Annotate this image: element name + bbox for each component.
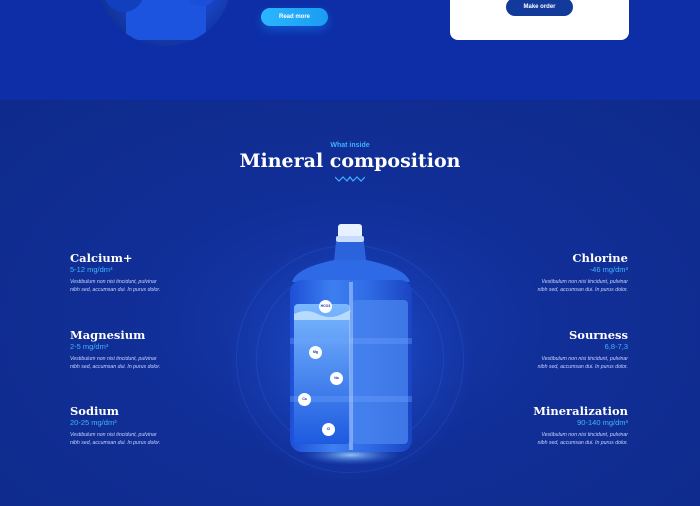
item-name: Sodium — [70, 404, 119, 418]
item-description: Vestibulum non nisi tincidunt, pulvinar … — [70, 431, 180, 447]
read-more-button[interactable]: Read more — [261, 8, 328, 26]
mineral-bubble: Na — [330, 372, 343, 385]
order-card: Make order — [450, 0, 629, 40]
item-description-line: nibh sed, accumsan dui. In purus dolor. — [70, 287, 161, 293]
section-eyebrow: What inside — [330, 142, 370, 149]
item-value: 20-25 mg/dm³ — [70, 418, 117, 427]
mineral-item-calcium: Calcium+ 5-12 mg/dm³ Vestibulum non nisi… — [70, 252, 180, 294]
item-description-line: nibh sed, accumsan dui. In purus dolor. — [537, 440, 628, 446]
mineral-section: What inside Mineral composition Calcium+… — [0, 100, 700, 506]
item-value: 2-5 mg/dm³ — [70, 342, 109, 351]
item-description-line: nibh sed, accumsan dui. In purus dolor. — [70, 440, 161, 446]
mineral-bubble: Mg — [309, 346, 322, 359]
item-description: Vestibulum non nisi tincidunt, pulvinar … — [70, 278, 180, 294]
item-description: Vestibulum non nisi tincidunt, pulvinar … — [518, 355, 628, 371]
item-name: Mineralization — [533, 404, 628, 418]
item-description-line: Vestibulum non nisi tincidunt, pulvinar — [70, 356, 157, 362]
item-value: 90-140 mg/dm³ — [577, 418, 628, 427]
item-name: Sourness — [568, 328, 628, 342]
mineral-bubble: Cl — [322, 423, 335, 436]
mineral-item-sourness: Sourness 6,8-7,3 Vestibulum non nisi tin… — [518, 329, 628, 371]
item-description: Vestibulum non nisi tincidunt, pulvinar … — [518, 431, 628, 447]
item-name: Magnesium — [70, 328, 146, 342]
item-value: 5-12 mg/dm³ — [70, 265, 113, 274]
hero-person-image — [98, 0, 232, 46]
item-description-line: Vestibulum non nisi tincidunt, pulvinar — [70, 279, 157, 285]
item-description-line: nibh sed, accumsan dui. In purus dolor. — [537, 287, 628, 293]
item-description: Vestibulum non nisi tincidunt, pulvinar … — [70, 355, 180, 371]
item-value: -46 mg/dm³ — [589, 265, 628, 274]
section-title: Mineral composition — [239, 150, 461, 172]
mineral-item-chlorine: Chlorine -46 mg/dm³ Vestibulum non nisi … — [518, 252, 628, 294]
item-description-line: Vestibulum non nisi tincidunt, pulvinar — [541, 432, 628, 438]
item-value: 6,8-7,3 — [604, 342, 628, 351]
mineral-item-magnesium: Magnesium 2-5 mg/dm³ Vestibulum non nisi… — [70, 329, 180, 371]
item-name: Chlorine — [572, 251, 628, 265]
item-description-line: nibh sed, accumsan dui. In purus dolor. — [70, 364, 161, 370]
item-description: Vestibulum non nisi tincidunt, pulvinar … — [518, 278, 628, 294]
water-bottle-image — [290, 224, 412, 465]
mineral-item-sodium: Sodium 20-25 mg/dm³ Vestibulum non nisi … — [70, 405, 180, 447]
item-description-line: nibh sed, accumsan dui. In purus dolor. — [537, 364, 628, 370]
mineral-bubble: HCO3 — [319, 300, 332, 313]
mineral-item-mineralization: Mineralization 90-140 mg/dm³ Vestibulum … — [518, 405, 628, 447]
hero-strip: Read more Make order — [0, 0, 700, 100]
make-order-button[interactable]: Make order — [506, 0, 573, 16]
item-description-line: Vestibulum non nisi tincidunt, pulvinar — [70, 432, 157, 438]
item-name: Calcium+ — [70, 251, 133, 265]
item-description-line: Vestibulum non nisi tincidunt, pulvinar — [541, 279, 628, 285]
wave-divider-icon — [335, 176, 365, 182]
mineral-bubble: Ca — [298, 393, 311, 406]
item-description-line: Vestibulum non nisi tincidunt, pulvinar — [541, 356, 628, 362]
